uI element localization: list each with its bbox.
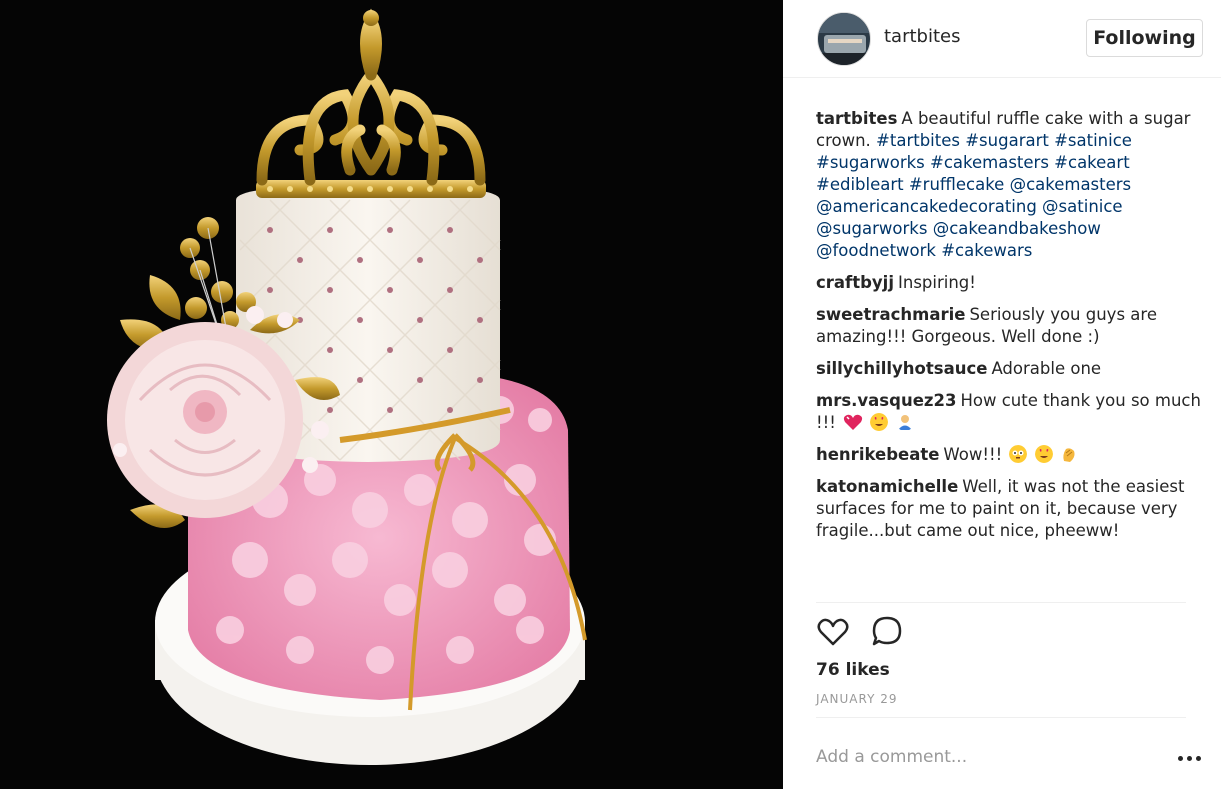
caption: tartbites A beautiful ruffle cake with a … (816, 108, 1206, 262)
comment-username[interactable]: craftbyjj (816, 273, 894, 292)
like-count[interactable]: 76 likes (816, 660, 890, 680)
people-hugging-emoji-icon (897, 415, 912, 430)
following-button[interactable]: Following (1086, 19, 1203, 57)
caption-hashtags[interactable]: #tartbites #sugarart #satinice #sugarwor… (816, 131, 1132, 260)
comment-username[interactable]: mrs.vasquez23 (816, 391, 956, 410)
clapping-hands-emoji-icon (1063, 448, 1075, 462)
comment-username[interactable]: katonamichelle (816, 477, 958, 496)
comment-text: Wow!!! (943, 445, 1003, 464)
list-item: sweetrachmarie Seriously you guys are ama… (816, 304, 1206, 348)
caption-username[interactable]: tartbites (816, 109, 897, 128)
comment-text: Inspiring! (898, 273, 976, 292)
list-item: craftbyjj Inspiring! (816, 272, 1206, 294)
heart-eyes-emoji-icon (1034, 445, 1053, 463)
list-item: mrs.vasquez23 How cute thank you so much … (816, 390, 1206, 434)
post-date[interactable]: JANUARY 29 (816, 692, 898, 706)
post-username[interactable]: tartbites (884, 26, 960, 47)
list-item: henrikebeate Wow!!! (816, 444, 1206, 466)
list-item: katonamichelle Well, it was not the easie… (816, 476, 1206, 542)
flushed-face-emoji-icon (1009, 445, 1028, 463)
cake-image (107, 8, 587, 765)
heart-outline-icon[interactable] (816, 615, 850, 649)
comment-text: Adorable one (991, 359, 1102, 378)
actions-divider (816, 602, 1186, 603)
comment-username[interactable]: sillychillyhotsauce (816, 359, 987, 378)
avatar[interactable] (817, 12, 871, 66)
add-comment-input[interactable] (816, 744, 1156, 770)
post-photo[interactable] (0, 0, 783, 789)
heart-eyes-emoji-icon (870, 413, 889, 431)
comment-list: tartbites A beautiful ruffle cake with a … (816, 108, 1206, 552)
speech-bubble-icon[interactable] (870, 615, 904, 649)
sparkling-heart-emoji-icon (843, 414, 863, 430)
list-item: sillychillyhotsauce Adorable one (816, 358, 1206, 380)
post-modal: tartbites Following tartbites A beautiful… (0, 0, 1221, 789)
comment-divider (816, 717, 1186, 718)
post-actions (816, 615, 1016, 651)
comment-username[interactable]: sweetrachmarie (816, 305, 965, 324)
ellipsis-icon[interactable] (1178, 748, 1204, 768)
comment-username[interactable]: henrikebeate (816, 445, 939, 464)
post-header: tartbites Following (783, 0, 1221, 78)
post-side-panel: tartbites Following tartbites A beautiful… (783, 0, 1221, 789)
